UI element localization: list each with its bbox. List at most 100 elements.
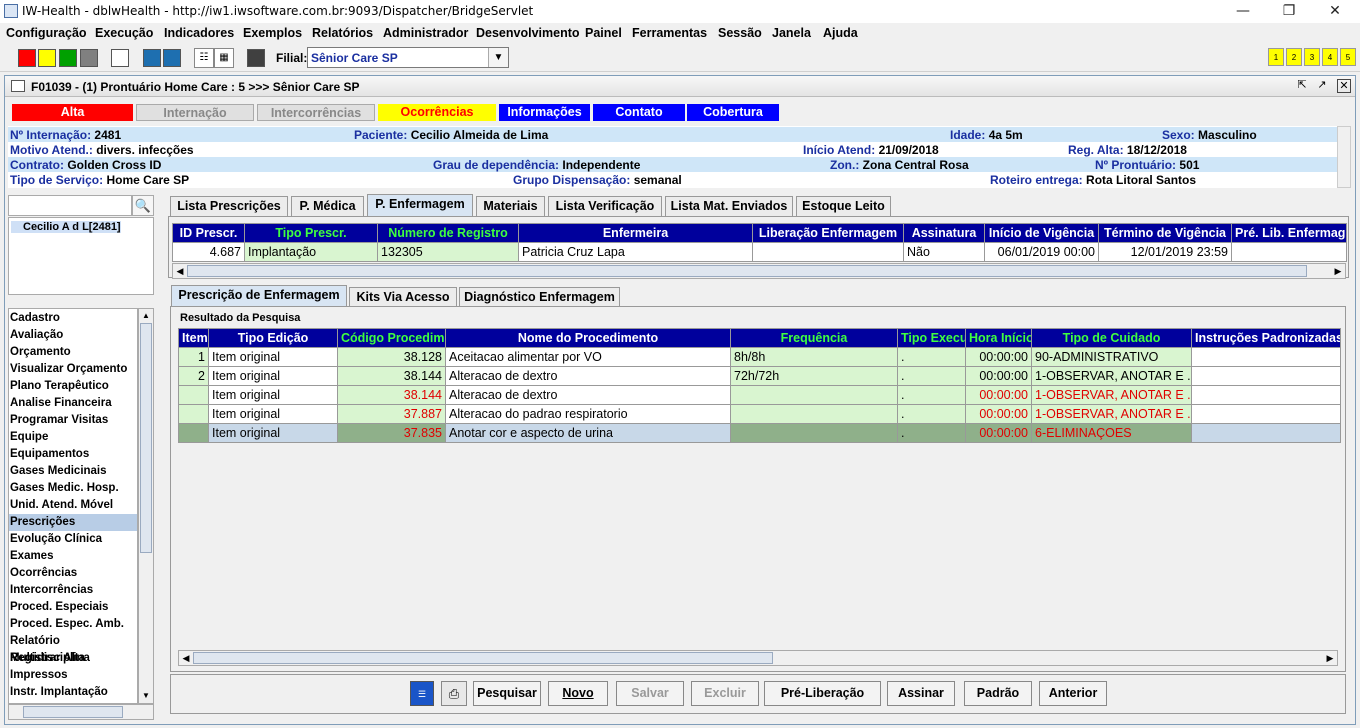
action-button[interactable]: Padrão [964, 681, 1032, 706]
scroll-up-icon[interactable]: ▲ [139, 309, 153, 323]
internacao-button[interactable]: Internação [136, 104, 254, 121]
side-menu-item[interactable]: Visualizar Orçamento [9, 361, 137, 378]
column-header[interactable]: Enfermeira [518, 223, 753, 243]
info-scrollbar[interactable] [1337, 126, 1351, 188]
column-header[interactable]: Início de Vigência [984, 223, 1099, 243]
hscroll-thumb[interactable] [23, 706, 123, 718]
print-icon[interactable]: ⎙ [441, 681, 467, 706]
column-header[interactable]: Tipo Execu [897, 328, 966, 348]
scroll-right-icon[interactable]: ▶ [1323, 651, 1337, 665]
patient-search-input[interactable] [8, 195, 132, 216]
side-menu-item[interactable]: Instr. Implantação [9, 684, 137, 701]
maximize-icon[interactable]: ❐ [1266, 0, 1312, 23]
column-header[interactable]: Pré. Lib. Enfermag [1231, 223, 1347, 243]
action-button[interactable]: Novo [548, 681, 608, 706]
column-header[interactable]: Hora Início [965, 328, 1032, 348]
maximize-frame-icon[interactable]: ↗ [1315, 79, 1329, 93]
scroll-left-icon[interactable]: ◀ [173, 264, 187, 278]
restore-icon[interactable]: ⇱ [1295, 79, 1309, 93]
contato-button[interactable]: Contato [593, 104, 685, 121]
patient-list-item[interactable]: Cecilio A d L[2481] [11, 221, 121, 233]
chevron-down-icon[interactable]: ▼ [488, 48, 508, 67]
column-header[interactable]: Tipo Edição [208, 328, 338, 348]
scroll-left-icon[interactable]: ◀ [179, 651, 193, 665]
scroll-thumb[interactable] [140, 323, 152, 553]
green-flag-button[interactable] [59, 49, 77, 67]
filial-select[interactable]: Sênior Care SP ▼ [307, 47, 509, 68]
table-row[interactable]: Item original 37.887 Alteracao do padrao r… [178, 404, 1341, 424]
quick-button-1[interactable]: 1 [1268, 48, 1284, 66]
tab-nursing[interactable]: Diagnóstico Enfermagem [459, 287, 620, 307]
blue-flag-button[interactable] [143, 49, 161, 67]
informacoes-button[interactable]: Informações [499, 104, 590, 121]
side-menu-item[interactable]: Registrar Alta [9, 650, 137, 667]
scroll-right-icon[interactable]: ▶ [1331, 264, 1345, 278]
column-header[interactable]: Nome do Procedimento [445, 328, 731, 348]
menu-painel[interactable]: Painel [585, 26, 622, 40]
gray-flag-button[interactable] [80, 49, 98, 67]
hscroll-thumb[interactable] [193, 652, 773, 664]
side-menu-item[interactable]: Programar Visitas [9, 412, 137, 429]
quick-button-4[interactable]: 4 [1322, 48, 1338, 66]
side-menu-item[interactable]: Intercorrências [9, 582, 137, 599]
side-menu-item[interactable]: Prescrições [9, 514, 137, 531]
action-button[interactable]: Salvar [616, 681, 684, 706]
column-header[interactable]: Tipo Prescr. [244, 223, 378, 243]
close-frame-icon[interactable]: ✕ [1337, 79, 1351, 93]
side-menu-item[interactable]: Proced. Espec. Amb. [9, 616, 137, 633]
tab-prescription[interactable]: Lista Mat. Enviados [665, 196, 793, 216]
side-menu-hscrollbar[interactable] [8, 704, 154, 720]
column-header[interactable]: Liberação Enfermagem [752, 223, 904, 243]
side-menu-item[interactable]: Plano Terapêutico [9, 378, 137, 395]
menu-indicadores[interactable]: Indicadores [164, 26, 234, 40]
tab-prescription[interactable]: Lista Prescrições [170, 196, 288, 216]
table-row[interactable]: 1 Item original 38.128 Aceitacao alimentar … [178, 347, 1341, 367]
side-menu-item[interactable]: Ocorrências [9, 565, 137, 582]
menu-administrador[interactable]: Administrador [383, 26, 468, 40]
side-menu-scrollbar[interactable]: ▲ ▼ [138, 308, 154, 704]
action-button[interactable]: Excluir [691, 681, 759, 706]
column-header[interactable]: Assinatura [903, 223, 985, 243]
blue-flag-button-2[interactable] [163, 49, 181, 67]
table-row[interactable]: 4.687 Implantação 132305 Patricia Cruz Lapa… [172, 242, 1347, 262]
dark-flag-button[interactable] [247, 49, 265, 67]
side-menu-item[interactable]: Relatório Multidisciplina [9, 633, 137, 664]
ocorrencias-button[interactable]: Ocorrências [378, 104, 496, 121]
side-menu-item[interactable]: Avaliação [9, 327, 137, 344]
hscroll-thumb[interactable] [187, 265, 1307, 277]
menu-execucao[interactable]: Execução [95, 26, 153, 40]
side-menu-item[interactable]: Equipamentos [9, 446, 137, 463]
cobertura-button[interactable]: Cobertura [687, 104, 779, 121]
procedure-hscrollbar[interactable]: ◀ ▶ [178, 650, 1338, 666]
tab-nursing[interactable]: Prescrição de Enfermagem [171, 285, 347, 307]
side-menu-item[interactable]: Exames [9, 548, 137, 565]
column-header[interactable]: Número de Registro [377, 223, 519, 243]
side-menu-item[interactable]: Analise Financeira [9, 395, 137, 412]
side-menu-item[interactable]: Orçamento [9, 344, 137, 361]
search-icon[interactable]: 🔍 [132, 195, 154, 216]
tab-prescription[interactable]: Materiais [476, 196, 545, 216]
table-row[interactable]: Item original 38.144 Alteracao de dextro. 0… [178, 385, 1341, 405]
tab-prescription[interactable]: P. Médica [291, 196, 364, 216]
menu-janela[interactable]: Janela [772, 26, 811, 40]
action-button[interactable]: Pesquisar [473, 681, 541, 706]
action-button[interactable]: Anterior [1039, 681, 1107, 706]
column-header[interactable]: Instruções Padronizadas [1191, 328, 1341, 348]
list-icon[interactable]: ☰ [410, 681, 434, 706]
side-menu-item[interactable]: Unid. Atend. Móvel [9, 497, 137, 514]
quick-button-5[interactable]: 5 [1340, 48, 1356, 66]
side-menu-item[interactable]: Gases Medic. Hosp. [9, 480, 137, 497]
menu-relatorios[interactable]: Relatórios [312, 26, 373, 40]
intercorrencias-button[interactable]: Intercorrências [257, 104, 375, 121]
side-menu-item[interactable]: Proced. Especiais [9, 599, 137, 616]
red-flag-button[interactable] [18, 49, 36, 67]
menu-exemplos[interactable]: Exemplos [243, 26, 302, 40]
column-header[interactable]: Tipo de Cuidado [1031, 328, 1192, 348]
column-header[interactable]: ID Prescr. [172, 223, 245, 243]
menu-sessao[interactable]: Sessão [718, 26, 762, 40]
alta-button[interactable]: Alta [12, 104, 133, 121]
tab-prescription[interactable]: P. Enfermagem [367, 194, 473, 216]
side-menu-item[interactable]: Impressos [9, 667, 137, 684]
close-icon[interactable]: ✕ [1312, 0, 1358, 23]
scroll-down-icon[interactable]: ▼ [139, 689, 153, 703]
